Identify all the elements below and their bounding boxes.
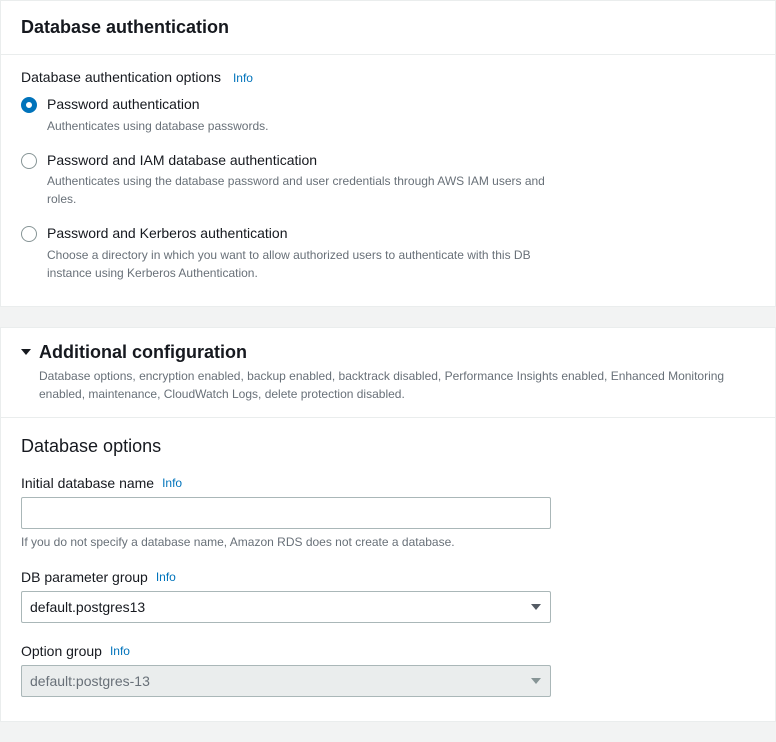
auth-options-label-row: Database authentication options Info <box>21 69 755 85</box>
radio-desc: Authenticates using database passwords. <box>47 117 567 135</box>
radio-desc: Choose a directory in which you want to … <box>47 246 567 282</box>
radio-content: Password and Kerberos authentication Cho… <box>47 224 755 282</box>
info-link[interactable]: Info <box>156 570 176 584</box>
option-group-select: default:postgres-13 <box>21 665 551 697</box>
radio-password-kerberos-auth[interactable]: Password and Kerberos authentication Cho… <box>21 224 755 282</box>
field-label: Option group <box>21 643 102 659</box>
database-authentication-panel: Database authentication Database authent… <box>0 0 776 307</box>
expandable-title: Additional configuration <box>39 342 247 363</box>
radio-password-iam-auth[interactable]: Password and IAM database authentication… <box>21 151 755 209</box>
auth-options-label: Database authentication options <box>21 69 221 85</box>
expandable-subtitle: Database options, encryption enabled, ba… <box>21 367 755 403</box>
expandable-header[interactable]: Additional configuration Database option… <box>1 328 775 418</box>
initial-database-name-field: Initial database name Info If you do not… <box>21 475 755 549</box>
radio-content: Password and IAM database authentication… <box>47 151 755 209</box>
radio-password-auth[interactable]: Password authentication Authenticates us… <box>21 95 755 135</box>
field-label-row: Initial database name Info <box>21 475 755 491</box>
radio-icon <box>21 153 37 169</box>
additional-body: Database options Initial database name I… <box>1 418 775 721</box>
caret-down-icon <box>21 349 31 355</box>
additional-configuration-panel: Additional configuration Database option… <box>0 327 776 722</box>
db-parameter-group-select[interactable]: default.postgres13 <box>21 591 551 623</box>
field-label-row: DB parameter group Info <box>21 569 755 585</box>
option-group-field: Option group Info default:postgres-13 <box>21 643 755 697</box>
radio-icon <box>21 97 37 113</box>
radio-content: Password authentication Authenticates us… <box>47 95 755 135</box>
auth-radio-group: Password authentication Authenticates us… <box>21 95 755 282</box>
info-link[interactable]: Info <box>110 644 130 658</box>
field-label-row: Option group Info <box>21 643 755 659</box>
expandable-title-row: Additional configuration <box>21 342 755 363</box>
db-parameter-group-field: DB parameter group Info default.postgres… <box>21 569 755 623</box>
info-link[interactable]: Info <box>162 476 182 490</box>
radio-title: Password and Kerberos authentication <box>47 224 755 244</box>
database-options-heading: Database options <box>21 436 755 457</box>
select-value: default:postgres-13 <box>21 665 551 697</box>
panel-header: Database authentication <box>1 1 775 55</box>
panel-body: Database authentication options Info Pas… <box>1 55 775 306</box>
radio-desc: Authenticates using the database passwor… <box>47 172 567 208</box>
field-label: DB parameter group <box>21 569 148 585</box>
radio-icon <box>21 226 37 242</box>
select-value: default.postgres13 <box>21 591 551 623</box>
radio-title: Password authentication <box>47 95 755 115</box>
initial-database-name-input[interactable] <box>21 497 551 529</box>
field-label: Initial database name <box>21 475 154 491</box>
radio-title: Password and IAM database authentication <box>47 151 755 171</box>
info-link[interactable]: Info <box>233 71 253 85</box>
panel-title: Database authentication <box>21 17 755 38</box>
helper-text: If you do not specify a database name, A… <box>21 535 755 549</box>
